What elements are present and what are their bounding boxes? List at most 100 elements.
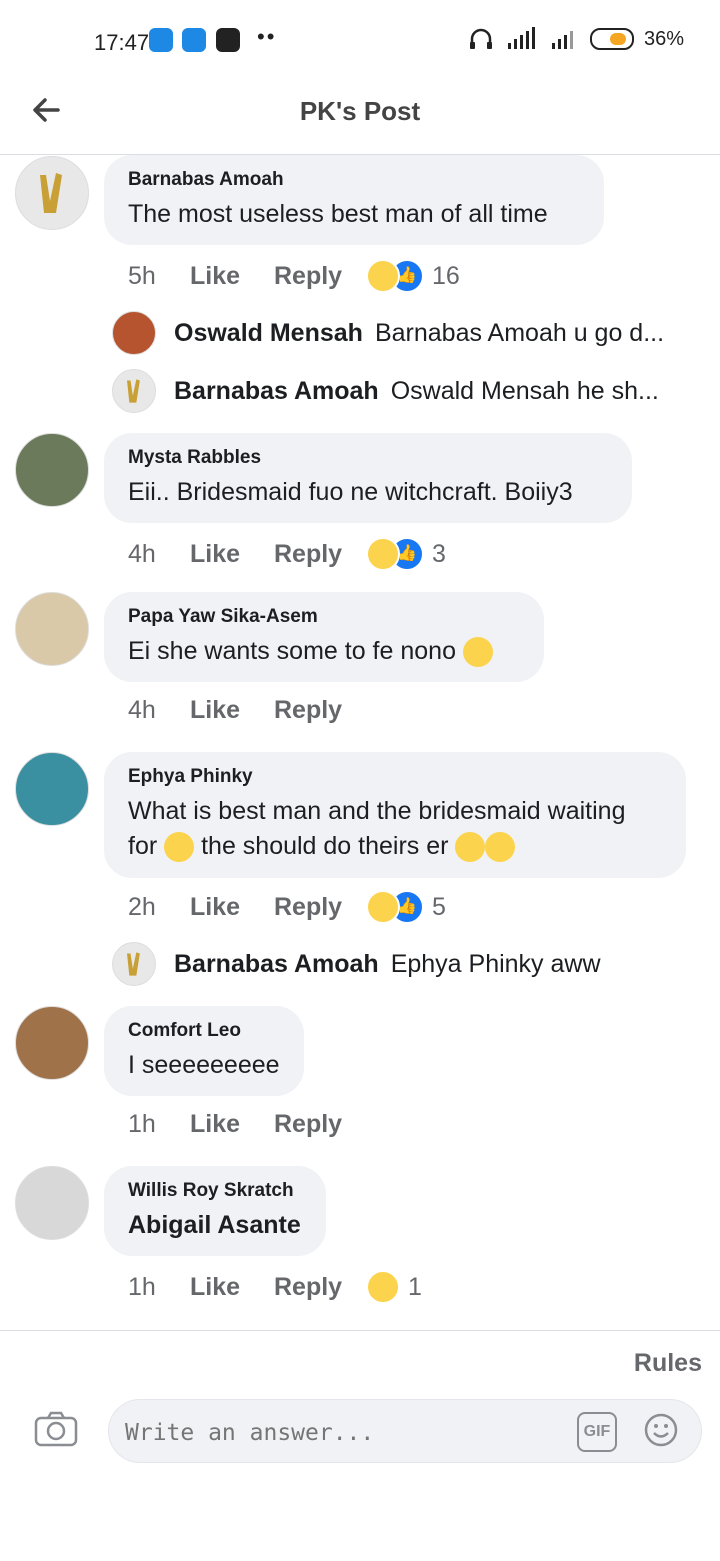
like-button[interactable]: Like bbox=[190, 1273, 274, 1302]
comment-text-part: the should do theirs er bbox=[201, 832, 449, 860]
avatar bbox=[112, 369, 156, 413]
comment-bubble[interactable]: Comfort Leo I seeeeeeeee bbox=[104, 1006, 304, 1096]
haha-reaction-icon bbox=[366, 537, 400, 571]
more-notifications-icon: •• bbox=[257, 24, 277, 49]
comment-time: 4h bbox=[128, 539, 156, 568]
sweat-smile-emoji-icon bbox=[462, 637, 493, 668]
tears-of-joy-emoji-icon bbox=[455, 832, 486, 863]
headphones-icon bbox=[469, 28, 492, 49]
status-time: 17:47 bbox=[94, 30, 150, 55]
app-notification-icon bbox=[216, 28, 240, 52]
tears-of-joy-emoji-icon bbox=[164, 832, 195, 863]
reply-preview[interactable]: Barnabas Amoah Ephya Phinky aww bbox=[112, 942, 601, 986]
reply-button[interactable]: Reply bbox=[274, 540, 368, 569]
reaction-count: 5 bbox=[432, 892, 446, 921]
comment-author[interactable]: Willis Roy Skratch bbox=[128, 1180, 302, 1202]
comment-text-body: Ei she wants some to fe nono bbox=[128, 637, 456, 665]
app-header: PK's Post bbox=[0, 82, 720, 155]
page-title: PK's Post bbox=[299, 96, 421, 126]
avatar[interactable] bbox=[15, 156, 89, 230]
haha-reaction-icon bbox=[366, 890, 400, 924]
status-bar: 17:47 •• 36% bbox=[0, 0, 720, 82]
comment-actions: 1h Like Reply bbox=[128, 1110, 368, 1139]
comment-text-line: What is best man and the bridesmaid wait… bbox=[128, 797, 626, 825]
comment-actions: 1h Like Reply 1 bbox=[128, 1270, 422, 1304]
reaction-count: 16 bbox=[432, 261, 460, 290]
comment-bubble[interactable]: Ephya Phinky What is best man and the br… bbox=[104, 752, 686, 878]
reply-text: Ephya Phinky aww bbox=[390, 949, 601, 978]
comment-input-box[interactable]: GIF bbox=[108, 1399, 702, 1463]
comment-time: 1h bbox=[128, 1110, 156, 1138]
rules-link[interactable]: Rules bbox=[634, 1349, 702, 1378]
comment-text: I seeeeeeeee bbox=[128, 1051, 280, 1079]
comment-author[interactable]: Mysta Rabbles bbox=[128, 447, 608, 469]
reactions[interactable]: 👍 16 bbox=[366, 259, 460, 293]
comment-author[interactable]: Barnabas Amoah bbox=[128, 169, 580, 191]
reactions[interactable]: 1 bbox=[366, 1270, 422, 1304]
reply-author[interactable]: Barnabas Amoah bbox=[174, 377, 379, 406]
reply-button[interactable]: Reply bbox=[274, 1110, 368, 1139]
reply-button[interactable]: Reply bbox=[274, 262, 368, 291]
comment-time: 5h bbox=[128, 261, 156, 290]
avatar[interactable] bbox=[15, 752, 89, 826]
like-button[interactable]: Like bbox=[190, 1110, 274, 1139]
gif-button[interactable]: GIF bbox=[577, 1412, 617, 1452]
reply-button[interactable]: Reply bbox=[274, 893, 368, 922]
reply-preview[interactable]: Barnabas Amoah Oswald Mensah he sh... bbox=[112, 369, 659, 413]
comment-actions: 4h Like Reply 👍 3 bbox=[128, 537, 446, 571]
comment-time: 4h bbox=[128, 696, 156, 724]
like-button[interactable]: Like bbox=[190, 540, 274, 569]
comment-author[interactable]: Papa Yaw Sika-Asem bbox=[128, 606, 520, 628]
comment-text-part: for bbox=[128, 832, 158, 860]
signal-icon bbox=[507, 27, 535, 49]
app-notification-icon bbox=[149, 28, 173, 52]
reaction-count: 1 bbox=[408, 1272, 422, 1301]
reply-button[interactable]: Reply bbox=[274, 1273, 368, 1302]
like-button[interactable]: Like bbox=[190, 262, 274, 291]
comment-time: 1h bbox=[128, 1272, 156, 1301]
reply-author[interactable]: Barnabas Amoah bbox=[174, 950, 379, 979]
comment-text[interactable]: Abigail Asante bbox=[128, 1208, 302, 1243]
avatar[interactable] bbox=[15, 1006, 89, 1080]
comment-author[interactable]: Comfort Leo bbox=[128, 1020, 280, 1042]
comment-bubble[interactable]: Papa Yaw Sika-Asem Ei she wants some to … bbox=[104, 592, 544, 682]
comments-list[interactable]: Barnabas Amoah The most useless best man… bbox=[0, 155, 720, 1330]
app-notification-icon bbox=[182, 28, 206, 52]
reply-text: Barnabas Amoah u go d... bbox=[374, 318, 665, 347]
comment-text: Eii.. Bridesmaid fuo ne witchcraft. Boii… bbox=[128, 478, 573, 506]
comment-bubble[interactable]: Mysta Rabbles Eii.. Bridesmaid fuo ne wi… bbox=[104, 433, 632, 523]
comment-bubble[interactable]: Willis Roy Skratch Abigail Asante bbox=[104, 1166, 326, 1256]
comment-input[interactable] bbox=[123, 1414, 567, 1452]
comment-text: Ei she wants some to fe nono bbox=[128, 634, 520, 669]
comment-time: 2h bbox=[128, 892, 156, 921]
reply-author[interactable]: Oswald Mensah bbox=[174, 319, 363, 348]
signal-icon bbox=[551, 31, 573, 49]
like-button[interactable]: Like bbox=[190, 893, 274, 922]
reply-preview[interactable]: Oswald Mensah Barnabas Amoah u go d... bbox=[112, 311, 664, 355]
avatar[interactable] bbox=[15, 433, 89, 507]
comment-text-line: for the should do theirs er bbox=[128, 829, 662, 864]
reply-text: Oswald Mensah he sh... bbox=[390, 376, 659, 405]
avatar[interactable] bbox=[15, 592, 89, 666]
comment-text: What is best man and the bridesmaid wait… bbox=[128, 794, 662, 864]
reaction-count: 3 bbox=[432, 539, 446, 568]
reactions[interactable]: 👍 5 bbox=[366, 890, 446, 924]
comment-bubble[interactable]: Barnabas Amoah The most useless best man… bbox=[104, 155, 604, 245]
battery-percent: 36% bbox=[643, 27, 684, 50]
tears-of-joy-emoji-icon bbox=[485, 832, 516, 863]
comment-author[interactable]: Ephya Phinky bbox=[128, 766, 662, 788]
comment-actions: 2h Like Reply 👍 5 bbox=[128, 890, 446, 924]
comment-text: The most useless best man of all time bbox=[128, 200, 548, 228]
comment-actions: 5h Like Reply 👍 16 bbox=[128, 259, 460, 293]
avatar bbox=[112, 311, 156, 355]
like-button[interactable]: Like bbox=[190, 696, 274, 725]
camera-icon[interactable] bbox=[34, 1411, 78, 1447]
avatar bbox=[112, 942, 156, 986]
haha-reaction-icon bbox=[366, 259, 400, 293]
comment-composer: Rules GIF bbox=[0, 1330, 720, 1561]
reply-button[interactable]: Reply bbox=[274, 696, 368, 725]
reactions[interactable]: 👍 3 bbox=[366, 537, 446, 571]
avatar[interactable] bbox=[15, 1166, 89, 1240]
comment-actions: 4h Like Reply bbox=[128, 696, 368, 725]
smiley-icon[interactable] bbox=[643, 1412, 679, 1448]
